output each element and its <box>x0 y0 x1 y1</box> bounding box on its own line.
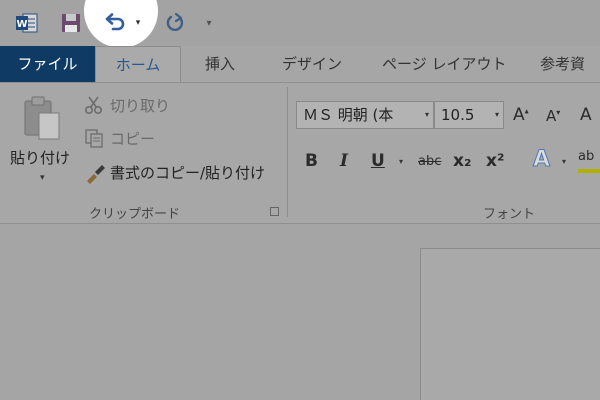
scissors-icon[interactable] <box>84 95 104 115</box>
text-effects-button[interactable]: A <box>532 147 550 173</box>
tab-page-layout[interactable]: ページ レイアウト <box>382 46 506 82</box>
underline-button[interactable]: U <box>371 151 385 171</box>
paste-button[interactable]: 貼り付け <box>10 147 70 168</box>
bold-button[interactable]: B <box>305 151 318 171</box>
tab-home[interactable]: ホーム <box>95 46 181 82</box>
shrink-font-button[interactable]: A▾ <box>546 107 560 125</box>
word-logo-icon[interactable]: W <box>12 8 42 38</box>
font-size-select[interactable]: 10.5 ▾ <box>434 101 504 129</box>
undo-icon[interactable] <box>100 8 130 38</box>
strikethrough-button[interactable]: abc <box>418 154 441 169</box>
format-painter-button[interactable]: 書式のコピー/貼り付け <box>110 162 265 183</box>
clear-formatting-button[interactable]: A <box>580 105 592 125</box>
svg-text:W: W <box>16 19 27 30</box>
quick-access-toolbar: W ▾ ▾ <box>0 0 600 48</box>
clipboard-group-label: クリップボード <box>89 207 181 222</box>
underline-dropdown-icon[interactable]: ▾ <box>399 157 403 166</box>
paste-dropdown-icon[interactable]: ▾ <box>40 173 45 183</box>
highlight-button[interactable]: ab <box>578 149 594 164</box>
format-painter-icon[interactable] <box>84 162 106 184</box>
font-name-value: ＭＳ 明朝 (本 <box>303 106 394 124</box>
save-icon[interactable] <box>56 8 86 38</box>
text-effects-dropdown-icon[interactable]: ▾ <box>562 157 566 166</box>
superscript-button[interactable]: x² <box>486 151 504 171</box>
ribbon-tabs: ファイル ホーム 挿入 デザイン ページ レイアウト 参考資 <box>0 46 600 82</box>
copy-button[interactable]: コピー <box>110 128 155 149</box>
undo-dropdown-icon[interactable]: ▾ <box>131 8 145 38</box>
italic-button[interactable]: I <box>340 151 348 171</box>
tab-file[interactable]: ファイル <box>0 46 95 82</box>
font-size-value: 10.5 <box>441 106 475 124</box>
tab-design[interactable]: デザイン <box>276 46 348 82</box>
subscript-button[interactable]: x₂ <box>453 151 471 171</box>
tab-insert[interactable]: 挿入 <box>195 46 245 82</box>
customize-qat-icon[interactable]: ▾ <box>201 8 217 38</box>
tab-references[interactable]: 参考資 <box>540 46 600 82</box>
chevron-down-icon: ▾ <box>494 110 499 119</box>
clipboard-launcher-icon[interactable] <box>270 207 279 216</box>
ribbon-home: 貼り付け ▾ 切り取り コピー 書式のコピー/貼り付け クリップボード ＭＳ 明… <box>0 82 600 224</box>
font-name-select[interactable]: ＭＳ 明朝 (本 ▾ <box>296 101 434 129</box>
grow-font-button[interactable]: A▴ <box>513 105 529 125</box>
document-page[interactable] <box>420 248 600 400</box>
paste-icon[interactable] <box>22 95 62 145</box>
highlight-color-bar <box>578 169 600 173</box>
redo-icon[interactable] <box>160 8 190 38</box>
chevron-down-icon: ▾ <box>424 110 429 119</box>
group-divider <box>287 87 288 217</box>
font-group-label: フォント <box>483 207 536 222</box>
cut-button[interactable]: 切り取り <box>110 95 170 116</box>
copy-icon[interactable] <box>84 128 104 148</box>
